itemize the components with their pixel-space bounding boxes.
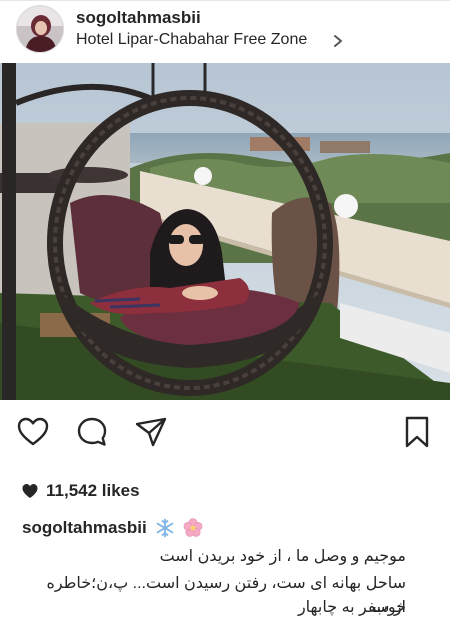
comment-bubble-icon[interactable]	[75, 415, 109, 449]
action-bar	[0, 405, 450, 459]
bookmark-icon[interactable]	[400, 415, 434, 449]
post-photo[interactable]	[0, 63, 450, 400]
avatar-image	[17, 6, 63, 52]
snowflake-icon	[156, 518, 173, 538]
heart-filled-icon	[22, 484, 38, 498]
caption-line-3: از سفر به چابهار	[297, 599, 406, 616]
post-image	[0, 63, 450, 400]
heart-outline-icon[interactable]	[16, 415, 50, 449]
caption-username[interactable]: sogoltahmasbii	[22, 518, 147, 538]
likes-row[interactable]: 11,542 likes	[22, 480, 140, 502]
post-location[interactable]: Hotel Lipar-Chabahar Free Zone	[76, 31, 307, 49]
likes-count: 11,542 likes	[46, 481, 140, 500]
caption-header: sogoltahmasbii	[22, 516, 203, 540]
caption-line-1: موجیم و وصل ما ، از خود بریدن است	[159, 548, 406, 565]
post-header: sogoltahmasbii Hotel Lipar-Chabahar Free…	[0, 0, 450, 60]
paper-plane-icon[interactable]	[134, 415, 168, 449]
post-username[interactable]: sogoltahmasbii	[76, 8, 201, 28]
chevron-right-icon[interactable]	[332, 34, 344, 48]
avatar[interactable]	[16, 5, 64, 53]
blossom-icon	[183, 518, 203, 537]
